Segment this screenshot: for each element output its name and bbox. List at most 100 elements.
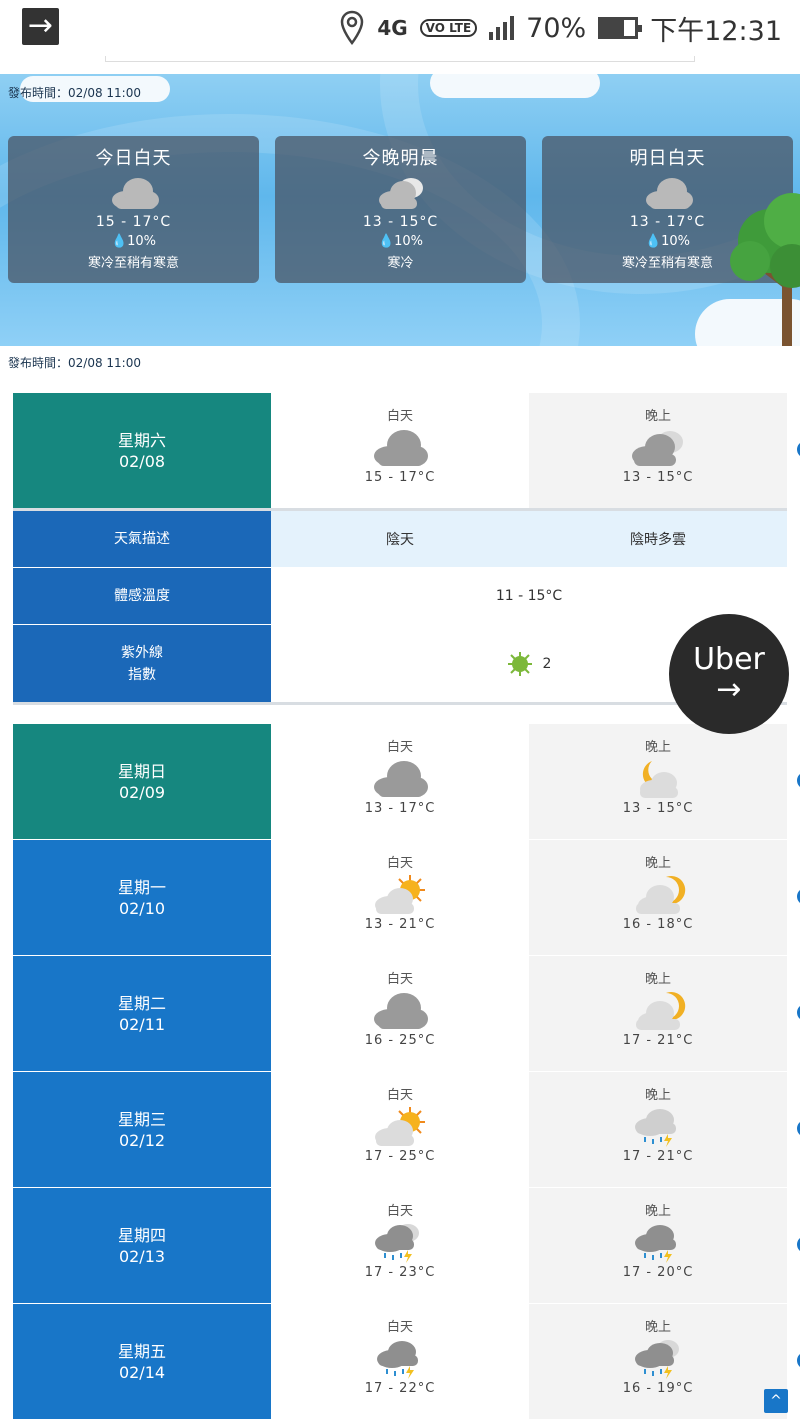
daytime-cell: 白天 16 - 25°C xyxy=(271,956,529,1071)
cloudy-icon xyxy=(645,178,693,209)
uv-sun-icon xyxy=(507,652,532,676)
card-rain: 💧10% xyxy=(8,234,259,249)
card-rain-value: 10% xyxy=(127,234,157,249)
daytime-cell: 白天 13 - 17°C xyxy=(271,724,529,839)
day-row-wed: 星期三 02/12 白天 17 - 25°C 晚上 17 - 21°C + xyxy=(13,1072,800,1187)
date: 02/14 xyxy=(118,1362,166,1382)
daytime-label: 白天 xyxy=(386,1088,413,1103)
rain-thunder-icon xyxy=(635,1225,676,1263)
daytime-cell: 白天 17 - 25°C xyxy=(271,1072,529,1187)
weekday: 星期一 xyxy=(117,877,166,897)
night-cell: 晚上 17 - 21°C xyxy=(529,1072,787,1187)
weekday: 星期日 xyxy=(117,761,166,781)
day-header: 星期六 02/08 xyxy=(13,393,271,508)
sky-cloud-decoration xyxy=(430,74,600,98)
night-temp: 13 - 15°C xyxy=(622,470,694,485)
night-cell: 晚上 16 - 18°C xyxy=(529,840,787,955)
night-temp: 16 - 19°C xyxy=(622,1381,694,1396)
daytime-temp: 13 - 21°C xyxy=(364,917,436,932)
forecast-card-tonight: 今晚明晨 13 - 15°C 💧10% 寒冷 xyxy=(275,136,526,283)
night-cell: 晚上 17 - 20°C xyxy=(529,1188,787,1303)
night-label: 晚上 xyxy=(644,740,671,755)
raindrop-icon: 💧 xyxy=(110,234,128,249)
night-temp: 17 - 21°C xyxy=(622,1149,694,1164)
battery-icon xyxy=(598,17,643,39)
moon-cloud-icon xyxy=(640,761,678,798)
daytime-label: 白天 xyxy=(386,740,413,755)
night-cell: 晚上 13 - 15°C xyxy=(529,393,787,508)
day-row-sat: 星期六 02/08 白天 15 - 17°C 晚上 13 - 15°C − xyxy=(13,393,800,508)
night-label: 晚上 xyxy=(644,972,671,987)
day-header: 星期四 02/13 xyxy=(13,1188,271,1303)
arrow-right-icon: → xyxy=(716,672,742,707)
daytime-temp: 13 - 17°C xyxy=(364,801,436,816)
desc-night: 陰時多雲 xyxy=(529,511,787,567)
sun-cloud-icon xyxy=(375,875,425,914)
detail-label: 紫外線 指數 xyxy=(13,625,271,703)
uv-label-1: 紫外線 xyxy=(121,645,163,661)
daytime-temp: 16 - 25°C xyxy=(364,1033,436,1048)
uber-floating-button[interactable]: Uber → xyxy=(669,614,789,734)
day-row-mon: 星期一 02/10 白天 13 - 21°C 晚上 16 - 18°C + xyxy=(13,840,800,955)
weekday: 星期五 xyxy=(117,1341,166,1361)
day-row-tue: 星期二 02/11 白天 16 - 25°C 晚上 17 - 21°C + xyxy=(13,956,800,1071)
day-header: 星期日 02/09 xyxy=(13,724,271,839)
daytime-label: 白天 xyxy=(386,409,413,424)
night-label: 晚上 xyxy=(644,1088,671,1103)
daytime-cell: 白天 17 - 23°C xyxy=(271,1188,529,1303)
detail-row-description: 天氣描述 陰天 陰時多雲 xyxy=(13,511,787,567)
back-to-top-button[interactable]: ^ xyxy=(764,1389,788,1413)
cloudy-icon xyxy=(374,993,428,1029)
battery-percent: 70% xyxy=(526,12,587,44)
detail-label: 體感溫度 xyxy=(13,568,271,624)
daytime-label: 白天 xyxy=(386,972,413,987)
cloudy-icon xyxy=(111,178,159,209)
status-icons: 4G VO LTE 70% 下午12:31 xyxy=(339,8,782,48)
day-row-sun: 星期日 02/09 白天 13 - 17°C 晚上 13 - 15°C + xyxy=(13,724,800,839)
day-header: 星期一 02/10 xyxy=(13,840,271,955)
forecast-banner: 發布時間：02/08 11:00 今日白天 15 - 17°C 💧10% 寒冷至… xyxy=(0,74,800,346)
banner-publish-time: 發布時間：02/08 11:00 xyxy=(8,86,141,100)
date: 02/13 xyxy=(118,1246,166,1266)
night-temp: 16 - 18°C xyxy=(622,917,694,932)
card-title: 今日白天 xyxy=(95,148,172,169)
cloudy-icon xyxy=(632,431,683,466)
rain-thunder-icon xyxy=(635,1109,676,1147)
card-rain: 💧10% xyxy=(275,234,526,249)
night-cell: 晚上 13 - 15°C xyxy=(529,724,787,839)
night-label: 晚上 xyxy=(644,1204,671,1219)
uv-value: 2 xyxy=(542,656,552,672)
feel-value: 11 - 15°C xyxy=(271,568,787,624)
date: 02/11 xyxy=(118,1014,166,1034)
night-temp: 17 - 21°C xyxy=(622,1033,694,1048)
daytime-temp: 17 - 25°C xyxy=(364,1149,436,1164)
card-desc: 寒冷至稍有寒意 xyxy=(87,256,179,271)
date: 02/10 xyxy=(118,898,166,918)
date: 02/09 xyxy=(118,782,166,802)
moon-cloud-icon xyxy=(636,876,686,914)
search-box-edge xyxy=(105,56,695,62)
card-rain-value: 10% xyxy=(394,234,424,249)
weekday: 星期二 xyxy=(117,993,166,1013)
daytime-cell: 白天 17 - 22°C xyxy=(271,1304,529,1419)
clock: 下午12:31 xyxy=(650,15,782,47)
weekday: 星期四 xyxy=(117,1225,166,1245)
detail-row-feel: 體感溫度 11 - 15°C xyxy=(13,568,787,624)
daytime-cell: 白天 13 - 21°C xyxy=(271,840,529,955)
night-label: 晚上 xyxy=(644,856,671,871)
day-header: 星期三 02/12 xyxy=(13,1072,271,1187)
day-row-thu: 星期四 02/13 白天 17 - 23°C 晚上 17 - 20°C + xyxy=(13,1188,800,1303)
daytime-temp: 17 - 23°C xyxy=(364,1265,436,1280)
raindrop-icon: 💧 xyxy=(644,234,662,249)
daytime-label: 白天 xyxy=(386,1204,413,1219)
night-label: 晚上 xyxy=(644,1320,671,1335)
night-label: 晚上 xyxy=(644,409,671,424)
sun-cloud-icon xyxy=(375,1107,425,1146)
day-row-fri: 星期五 02/14 白天 17 - 22°C 晚上 16 - 19°C + xyxy=(13,1304,800,1419)
cloudy-icon xyxy=(374,430,428,466)
card-desc: 寒冷 xyxy=(387,256,414,271)
weekday: 星期三 xyxy=(117,1109,166,1129)
rain-thunder-icon xyxy=(375,1224,419,1263)
forward-arrow-icon[interactable]: → xyxy=(22,8,59,45)
tree-decoration xyxy=(730,193,800,346)
